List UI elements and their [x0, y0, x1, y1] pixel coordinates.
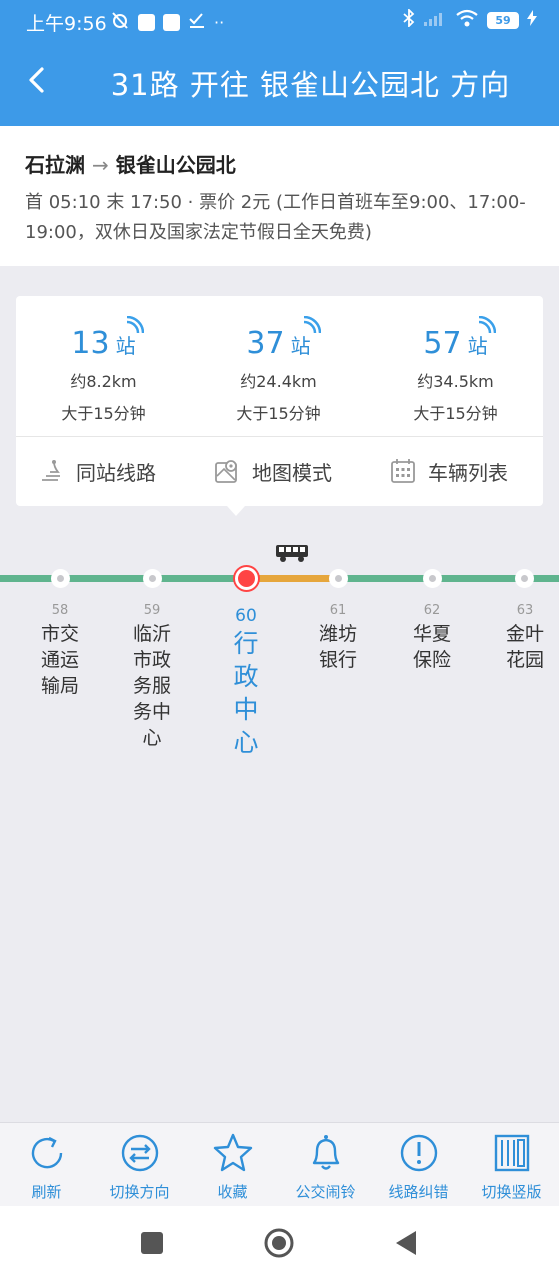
stop-number: 63	[516, 603, 534, 618]
stop-name[interactable]: 潍坊银行	[318, 621, 358, 673]
stop-marker[interactable]	[51, 569, 70, 588]
stat-eta: 大于15分钟	[413, 404, 498, 423]
current-stop-name[interactable]: 行政中心	[226, 627, 266, 759]
stops-away-count: 37	[246, 326, 285, 361]
bus-icon[interactable]	[274, 543, 310, 563]
wifi-icon	[455, 9, 479, 32]
stat-eta: 大于15分钟	[236, 404, 321, 423]
same-station-lines-button[interactable]: 同站线路	[38, 436, 156, 506]
stops-unit: 站	[290, 334, 311, 358]
tool-label: 切换方向	[109, 1183, 170, 1201]
realtime-signal-icon	[303, 316, 321, 334]
bottom-toolbar: 刷新 切换方向 收藏 公交闹铃 线路纠错 切换竖版	[0, 1122, 559, 1206]
realtime-signal-icon	[126, 316, 144, 334]
action-label: 地图模式	[252, 460, 332, 485]
page-title: 31路 开往 银雀山公园北 方向	[110, 68, 511, 102]
stat-distance: 约24.4km	[240, 372, 317, 391]
chevron-left-icon	[29, 67, 44, 93]
arrival-stat-2[interactable]: 37 站 约24.4km 大于15分钟	[191, 296, 366, 436]
calendar-grid-icon	[391, 459, 415, 483]
route-endpoints: 石拉渊 → 银雀山公园北	[25, 149, 236, 178]
stop-name[interactable]: 华夏保险	[412, 621, 452, 673]
card-pointer	[227, 506, 245, 516]
stop-number: 59	[143, 603, 161, 618]
swap-direction-icon	[121, 1134, 158, 1172]
arrival-stat-1[interactable]: 13 站 约8.2km 大于15分钟	[16, 296, 191, 436]
stop-name[interactable]: 临沂市政务服务中心	[132, 621, 172, 751]
nav-back-button[interactable]	[390, 1227, 422, 1259]
vehicle-list-button[interactable]: 车辆列表	[390, 436, 508, 506]
home-button[interactable]	[263, 1227, 295, 1259]
stat-distance: 约8.2km	[70, 372, 137, 391]
route-correction-button[interactable]: 线路纠错	[372, 1131, 465, 1202]
alert-icon	[400, 1134, 437, 1172]
triangle-back-icon	[396, 1231, 416, 1255]
current-stop-number: 60	[235, 606, 257, 626]
stops-unit: 站	[115, 334, 136, 358]
tool-label: 收藏	[217, 1183, 248, 1201]
refresh-icon	[31, 1136, 62, 1169]
notification-icons: ··	[110, 10, 224, 35]
action-label: 车辆列表	[428, 460, 508, 485]
tool-label: 公交闹铃	[295, 1183, 356, 1201]
bluetooth-icon	[403, 7, 415, 32]
more-dots-icon: ··	[214, 12, 225, 32]
notification-square-icon	[138, 14, 155, 31]
route-origin: 石拉渊	[25, 153, 85, 177]
stop-name[interactable]: 金叶花园	[505, 621, 545, 673]
map-icon	[215, 460, 237, 483]
tool-label: 线路纠错	[388, 1183, 449, 1201]
system-nav-bar	[0, 1206, 559, 1280]
route-arrow: →	[91, 153, 109, 177]
arrival-stat-3[interactable]: 57 站 约34.5km 大于15分钟	[368, 296, 543, 436]
tool-label: 刷新	[31, 1183, 62, 1201]
alarm-off-icon	[110, 10, 130, 35]
route-info-card: 石拉渊 → 银雀山公园北 首 05:10 末 17:50 · 票价 2元 (工作…	[0, 126, 559, 266]
stops-unit: 站	[467, 334, 488, 358]
home-circle-icon	[264, 1228, 294, 1258]
status-time: 上午9:56	[26, 13, 107, 35]
bell-icon	[312, 1135, 339, 1170]
tool-label: 切换竖版	[481, 1183, 542, 1201]
switch-vertical-button[interactable]: 切换竖版	[465, 1131, 558, 1202]
route-schedule: 首 05:10 末 17:50 · 票价 2元 (工作日首班车至9:00、17:…	[25, 192, 526, 243]
recents-button[interactable]	[136, 1227, 168, 1259]
stat-distance: 约34.5km	[417, 372, 494, 391]
stop-marker[interactable]	[329, 569, 348, 588]
square-icon	[141, 1232, 163, 1254]
status-bar: 上午9:56 ·· 59	[0, 0, 559, 42]
battery-icon: 59	[487, 12, 519, 29]
route-line-segment-active	[246, 575, 339, 582]
stop-name[interactable]: 市交通运输局	[40, 621, 80, 699]
stat-eta: 大于15分钟	[61, 404, 146, 423]
switch-direction-button[interactable]: 切换方向	[93, 1131, 186, 1202]
realtime-signal-icon	[478, 316, 496, 334]
title-bar: 31路 开往 银雀山公园北 方向	[0, 42, 559, 126]
route-destination: 银雀山公园北	[115, 153, 236, 177]
favorite-button[interactable]: 收藏	[186, 1131, 279, 1202]
signal-icon	[423, 10, 447, 31]
charging-icon	[527, 10, 537, 31]
checklist-icon	[188, 11, 206, 34]
stop-number: 61	[329, 603, 347, 618]
refresh-button[interactable]: 刷新	[0, 1131, 93, 1202]
stop-marker[interactable]	[143, 569, 162, 588]
bus-alarm-button[interactable]: 公交闹铃	[279, 1131, 372, 1202]
star-icon	[213, 1133, 252, 1172]
action-label: 同站线路	[76, 460, 156, 485]
stop-number: 58	[51, 603, 69, 618]
system-icons: 59	[403, 7, 537, 32]
stop-number: 62	[423, 603, 441, 618]
stop-marker[interactable]	[515, 569, 534, 588]
stop-marker[interactable]	[423, 569, 442, 588]
arrival-stats-card: 13 站 约8.2km 大于15分钟 37 站 约24.4km 大于15分钟 57 站…	[16, 296, 543, 506]
notification-square-icon	[163, 14, 180, 31]
layout-vertical-icon	[494, 1134, 529, 1172]
stops-away-count: 57	[423, 326, 462, 361]
current-stop-marker[interactable]	[235, 567, 258, 590]
back-button[interactable]	[16, 60, 56, 100]
stops-away-count: 13	[71, 326, 110, 361]
map-mode-button[interactable]: 地图模式	[214, 436, 332, 506]
transfer-route-icon	[42, 460, 60, 481]
